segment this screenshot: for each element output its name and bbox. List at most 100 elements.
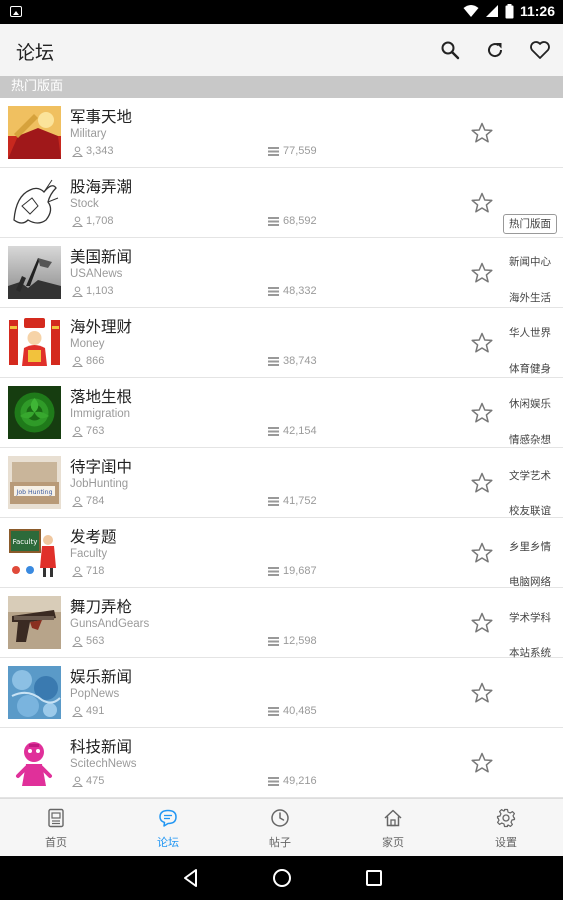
- post-count: 48,332: [268, 285, 317, 297]
- recents-icon[interactable]: [363, 867, 385, 889]
- post-count: 77,559: [268, 145, 317, 157]
- index-item-hometown[interactable]: 乡里乡情: [503, 539, 557, 554]
- forum-name: 娱乐新闻: [70, 668, 133, 686]
- member-count: 491: [72, 705, 104, 717]
- user-icon: [72, 706, 83, 717]
- user-icon: [72, 356, 83, 367]
- refresh-icon: [488, 43, 503, 58]
- star-icon[interactable]: [470, 681, 494, 705]
- index-item-system[interactable]: 本站系统: [503, 645, 557, 660]
- star-icon[interactable]: [470, 261, 494, 285]
- member-count-value: 718: [86, 565, 105, 577]
- tab-label: 论坛: [157, 836, 179, 849]
- member-count-value: 866: [86, 355, 105, 367]
- tab-label: 家页: [382, 836, 404, 849]
- tab-posts[interactable]: 帖子: [224, 799, 336, 857]
- star-icon[interactable]: [470, 401, 494, 425]
- star-icon[interactable]: [470, 541, 494, 565]
- post-count-value: 12,598: [283, 635, 317, 647]
- faculty-board-label: Faculty: [13, 538, 38, 546]
- forum-row-gunsandgears[interactable]: 舞刀弄枪 GunsAndGears 563 12,598: [0, 588, 563, 658]
- post-count: 19,687: [268, 565, 317, 577]
- member-count: 866: [72, 355, 104, 367]
- index-item-sports[interactable]: 体育健身: [503, 361, 557, 376]
- tab-home[interactable]: 首页: [0, 799, 112, 857]
- forum-row-money[interactable]: 海外理财 Money 866 38,743: [0, 308, 563, 378]
- forum-row-faculty[interactable]: Faculty 发考题 Faculty 718 19,687: [0, 518, 563, 588]
- tab-forum[interactable]: 论坛: [112, 799, 224, 857]
- wifi-icon: [463, 5, 479, 17]
- star-icon[interactable]: [470, 751, 494, 775]
- forum-row-immigration[interactable]: 落地生根 Immigration 763 42,154: [0, 378, 563, 448]
- search-button[interactable]: [437, 37, 463, 63]
- favorites-button[interactable]: [527, 37, 553, 63]
- refresh-button[interactable]: [482, 37, 508, 63]
- index-item-literature[interactable]: 文学艺术: [503, 468, 557, 483]
- forum-name-en: Money: [70, 338, 105, 350]
- forum-name: 海外理财: [70, 318, 133, 336]
- index-item-computer[interactable]: 电脑网络: [503, 574, 557, 589]
- search-icon: [441, 41, 460, 60]
- forum-list: 军事天地 Military 3,343 77,559 股海弄潮 Stock 1,…: [0, 98, 563, 798]
- forum-row-scitechnews[interactable]: 科技新闻 ScitechNews 475 49,216: [0, 728, 563, 798]
- home-circle-icon[interactable]: [271, 867, 293, 889]
- star-icon[interactable]: [470, 331, 494, 355]
- member-count-value: 475: [86, 775, 105, 787]
- forum-name: 美国新闻: [70, 248, 133, 266]
- index-item-alumni[interactable]: 校友联谊: [503, 503, 557, 518]
- posts-icon: [268, 426, 279, 436]
- index-item-leisure[interactable]: 休闲娱乐: [503, 396, 557, 411]
- military-thumbnail: [8, 106, 61, 159]
- forum-row-military[interactable]: 军事天地 Military 3,343 77,559: [0, 98, 563, 168]
- back-icon[interactable]: [180, 867, 202, 889]
- posts-icon: [268, 496, 279, 506]
- forum-row-popnews[interactable]: 娱乐新闻 PopNews 491 40,485: [0, 658, 563, 728]
- clock-time: 11:26: [519, 3, 555, 19]
- tab-homepage[interactable]: 家页: [337, 799, 449, 857]
- star-icon[interactable]: [470, 191, 494, 215]
- posts-icon: [268, 636, 279, 646]
- member-count: 1,708: [72, 215, 114, 227]
- star-icon[interactable]: [470, 121, 494, 145]
- usanews-thumbnail: [8, 246, 61, 299]
- member-count-value: 1,103: [86, 285, 114, 297]
- forum-name-en: USANews: [70, 268, 123, 280]
- stock-thumbnail: [8, 176, 61, 229]
- guns-thumbnail: [8, 596, 61, 649]
- page-title: 论坛: [16, 42, 55, 64]
- forum-name: 股海弄潮: [70, 178, 133, 196]
- forum-row-usanews[interactable]: 美国新闻 USANews 1,103 48,332: [0, 238, 563, 308]
- battery-icon: [505, 3, 514, 18]
- forum-name-en: Faculty: [70, 548, 108, 560]
- gear-icon: [496, 808, 516, 828]
- index-item-chinese-world[interactable]: 华人世界: [503, 325, 557, 340]
- star-icon[interactable]: [470, 611, 494, 635]
- member-count: 763: [72, 425, 104, 437]
- index-item-overseas-life[interactable]: 海外生活: [503, 290, 557, 305]
- tab-label: 首页: [45, 836, 67, 849]
- status-bar: 11:26: [0, 0, 563, 24]
- post-count: 68,592: [268, 215, 317, 227]
- user-icon: [72, 776, 83, 787]
- posts-icon: [268, 286, 279, 296]
- forum-name: 发考题: [70, 528, 117, 546]
- section-header: 热门版面: [0, 76, 563, 98]
- scitech-thumbnail: [8, 736, 61, 789]
- index-item-academic[interactable]: 学术学科: [503, 610, 557, 625]
- forum-row-stock[interactable]: 股海弄潮 Stock 1,708 68,592: [0, 168, 563, 238]
- member-count: 3,343: [72, 145, 114, 157]
- forum-row-jobhunting[interactable]: Job Hunting 待字闺中 JobHunting 784 41,752: [0, 448, 563, 518]
- index-item-emotion[interactable]: 情感杂想: [503, 432, 557, 447]
- posts-icon: [268, 216, 279, 226]
- index-item-news[interactable]: 新闻中心: [503, 254, 557, 269]
- user-icon: [72, 566, 83, 577]
- index-item-hot[interactable]: 热门版面: [503, 214, 557, 234]
- member-count: 718: [72, 565, 104, 577]
- system-nav-bar: [0, 856, 563, 900]
- forum-name-en: Military: [70, 128, 107, 140]
- tab-settings[interactable]: 设置: [450, 799, 562, 857]
- star-icon[interactable]: [470, 471, 494, 495]
- member-count-value: 784: [86, 495, 105, 507]
- post-count: 12,598: [268, 635, 317, 647]
- house-icon: [384, 809, 402, 827]
